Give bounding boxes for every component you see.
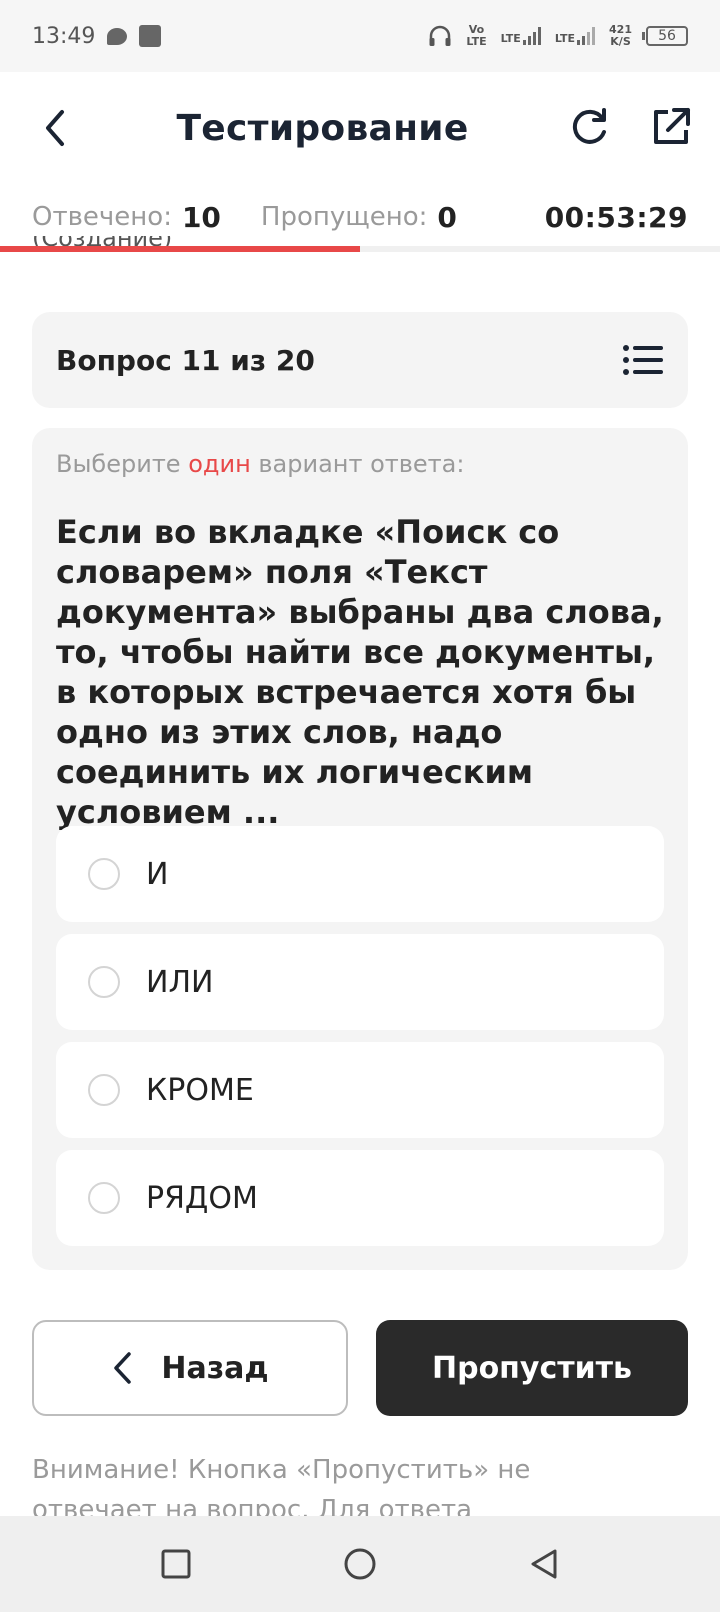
back-button[interactable]: Назад — [32, 1320, 348, 1416]
option-label: ИЛИ — [146, 964, 214, 1000]
question-header: Вопрос 11 из 20 — [32, 312, 688, 408]
external-link-icon[interactable] — [650, 106, 692, 148]
answered-label: Отвечено: — [32, 202, 172, 232]
progress-fill — [0, 246, 360, 252]
volte-indicator: Vo LTE — [466, 23, 487, 48]
recent-apps-icon[interactable] — [159, 1547, 193, 1581]
answered-count: 10 — [181, 200, 221, 234]
signal-bars-icon — [577, 27, 596, 45]
signal-1: LTE — [501, 27, 541, 45]
question-counter: Вопрос 11 из 20 — [56, 343, 315, 377]
skip-button[interactable]: Пропустить — [376, 1320, 688, 1416]
battery-icon: 56 — [642, 26, 688, 46]
answer-option[interactable]: КРОМЕ — [56, 1042, 664, 1138]
answer-option[interactable]: РЯДОМ — [56, 1150, 664, 1246]
skip-button-label: Пропустить — [431, 1350, 633, 1386]
system-nav-bar — [0, 1516, 720, 1612]
answer-option[interactable]: ИЛИ — [56, 934, 664, 1030]
status-bar: 13:49 Vo LTE LTE LTE 421 K/S 56 — [0, 0, 720, 72]
option-label: И — [146, 856, 169, 892]
back-button-label: Назад — [161, 1350, 269, 1386]
message-icon — [107, 27, 128, 45]
answer-option[interactable]: И — [56, 826, 664, 922]
app-notification-icon — [139, 25, 162, 47]
radio-button[interactable] — [88, 1182, 120, 1214]
option-label: КРОМЕ — [146, 1072, 254, 1108]
answer-hint: Выберите один вариант ответа: — [56, 450, 465, 478]
status-time: 13:49 — [32, 23, 96, 49]
test-stats: Отвечено: 10 Пропущено: 0 00:53:29 — [32, 196, 688, 238]
back-triangle-icon[interactable] — [527, 1547, 561, 1581]
page-title: Тестирование — [176, 108, 469, 149]
warning-text: Внимание! Кнопка «Пропустить» не отвечае… — [32, 1455, 531, 1516]
signal-bars-icon — [522, 27, 541, 45]
question-text: Если во вкладке «Поиск со словарем» поля… — [56, 513, 664, 831]
timer: 00:53:29 — [544, 200, 688, 234]
radio-button[interactable] — [88, 1074, 120, 1106]
signal-2: LTE — [555, 27, 596, 45]
home-icon[interactable] — [343, 1547, 377, 1581]
question-list-icon[interactable] — [622, 343, 664, 377]
skipped-count: 0 — [437, 200, 457, 234]
question-card: Выберите один вариант ответа: Если во вк… — [32, 428, 688, 1270]
skipped-label: Пропущено: — [260, 202, 428, 232]
progress-bar — [0, 246, 720, 252]
chevron-left-icon — [114, 1352, 132, 1384]
radio-button[interactable] — [88, 858, 120, 890]
refresh-icon[interactable] — [568, 106, 610, 148]
answer-options: И ИЛИ КРОМЕ РЯДОМ — [56, 826, 664, 1258]
network-speed: 421 K/S — [609, 23, 632, 48]
option-label: РЯДОМ — [146, 1180, 258, 1216]
headphones-icon — [429, 25, 451, 46]
app-header: Тестирование — [0, 72, 720, 188]
radio-button[interactable] — [88, 966, 120, 998]
